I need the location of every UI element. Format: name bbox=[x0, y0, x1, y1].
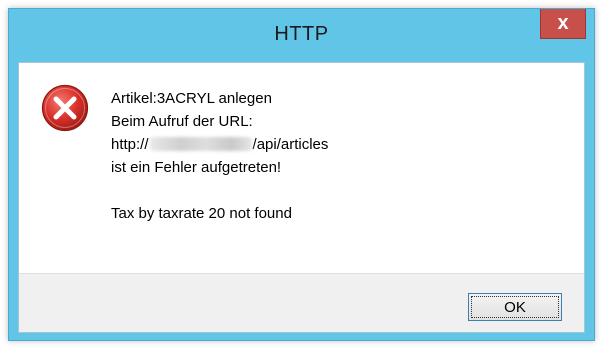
dialog-client-area: Artikel:3ACRYL anlegen Beim Aufruf der U… bbox=[18, 62, 585, 333]
button-bar: OK bbox=[19, 273, 584, 332]
message-line-error: ist ein Fehler aufgetreten! bbox=[111, 159, 282, 176]
redacted-host bbox=[149, 137, 252, 151]
error-message: Artikel:3ACRYL anlegen Beim Aufruf der U… bbox=[111, 87, 328, 225]
url-prefix: http:// bbox=[111, 136, 149, 153]
close-icon: x bbox=[557, 12, 569, 34]
url-path: /api/articles bbox=[252, 136, 329, 153]
title-bar[interactable]: HTTP x bbox=[9, 9, 594, 61]
message-line-url-intro: Beim Aufruf der URL: bbox=[111, 113, 253, 130]
message-area: Artikel:3ACRYL anlegen Beim Aufruf der U… bbox=[19, 63, 584, 273]
message-line-detail: Tax by taxrate 20 not found bbox=[111, 205, 292, 222]
window-title: HTTP bbox=[274, 23, 329, 45]
dialog-window: HTTP x Artikel:3ACRYL anlegen Beim Aufru… bbox=[8, 8, 595, 341]
ok-button[interactable]: OK bbox=[468, 293, 562, 321]
message-line-url: http:// /api/articles bbox=[111, 133, 328, 156]
message-spacer bbox=[111, 179, 328, 202]
close-button[interactable]: x bbox=[540, 9, 586, 39]
message-line-article: Artikel:3ACRYL anlegen bbox=[111, 90, 272, 107]
error-icon bbox=[41, 84, 89, 132]
